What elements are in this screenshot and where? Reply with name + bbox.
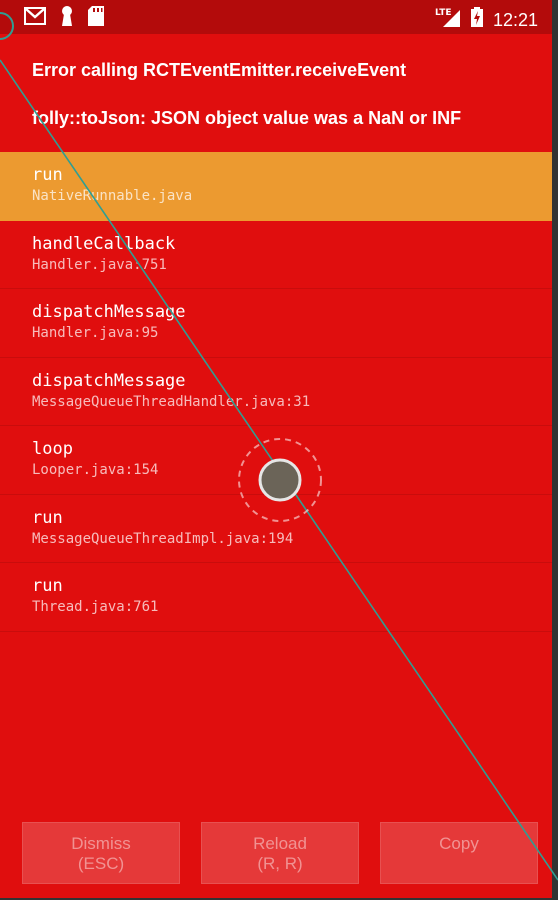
lte-signal-icon: LTE (435, 6, 461, 33)
network-type-label: LTE (435, 8, 452, 18)
copy-button[interactable]: Copy (380, 822, 538, 884)
screen-edge (552, 0, 558, 900)
stack-frame[interactable]: handleCallback Handler.java:751 (0, 221, 552, 289)
stack-frame[interactable]: dispatchMessage Handler.java:95 (0, 289, 552, 358)
stack-frame[interactable]: run Thread.java:761 (0, 563, 552, 632)
sd-card-icon (88, 6, 104, 31)
frame-method: loop (32, 439, 73, 459)
copy-button-label: Copy (439, 834, 479, 853)
dismiss-button-label: Dismiss (71, 834, 131, 853)
frame-file: Handler.java:95 (32, 325, 159, 341)
reload-button-shortcut: (R, R) (257, 854, 303, 873)
keyhole-icon (60, 6, 74, 31)
frame-file: Looper.java:154 (32, 462, 159, 478)
gmail-icon (24, 7, 46, 30)
error-message: folly::toJson: JSON object value was a N… (32, 108, 462, 128)
status-time: 12:21 (492, 9, 538, 30)
frame-method: dispatchMessage (32, 370, 186, 391)
error-title: Error calling RCTEventEmitter.receiveEve… (32, 60, 407, 80)
frame-method: run (32, 576, 63, 596)
frame-file: MessageQueueThreadImpl.java:194 (32, 530, 294, 547)
frame-method: dispatchMessage (32, 302, 186, 322)
frame-file: NativeRunnable.java (32, 188, 193, 204)
reload-button[interactable]: Reload (R, R) (201, 822, 359, 884)
dismiss-button-shortcut: (ESC) (77, 854, 125, 873)
reload-button-label: Reload (253, 834, 307, 853)
frame-method: run (32, 507, 63, 528)
frame-file: MessageQueueThreadHandler.java:31 (32, 393, 311, 410)
battery-charging-icon (470, 7, 483, 32)
frame-file: Thread.java:761 (32, 599, 159, 615)
frame-method: handleCallback (32, 233, 176, 254)
stack-frame[interactable]: run MessageQueueThreadImpl.java:194 (0, 495, 552, 563)
stack-frame[interactable]: run NativeRunnable.java (0, 152, 552, 221)
redbox-error-screen: LTE 12:21 Error calling RCTEventEmitter.… (0, 0, 552, 898)
status-bar: LTE 12:21 (0, 0, 552, 34)
action-buttons: Dismiss (ESC) Reload (R, R) Copy (22, 822, 540, 884)
stack-frame[interactable]: loop Looper.java:154 (0, 426, 552, 495)
frame-method: run (32, 165, 63, 185)
dismiss-button[interactable]: Dismiss (ESC) (22, 822, 180, 884)
stack-frame[interactable]: dispatchMessage MessageQueueThreadHandle… (0, 358, 552, 426)
stack-trace-list[interactable]: run NativeRunnable.java handleCallback H… (0, 152, 552, 632)
frame-file: Handler.java:751 (32, 256, 167, 273)
